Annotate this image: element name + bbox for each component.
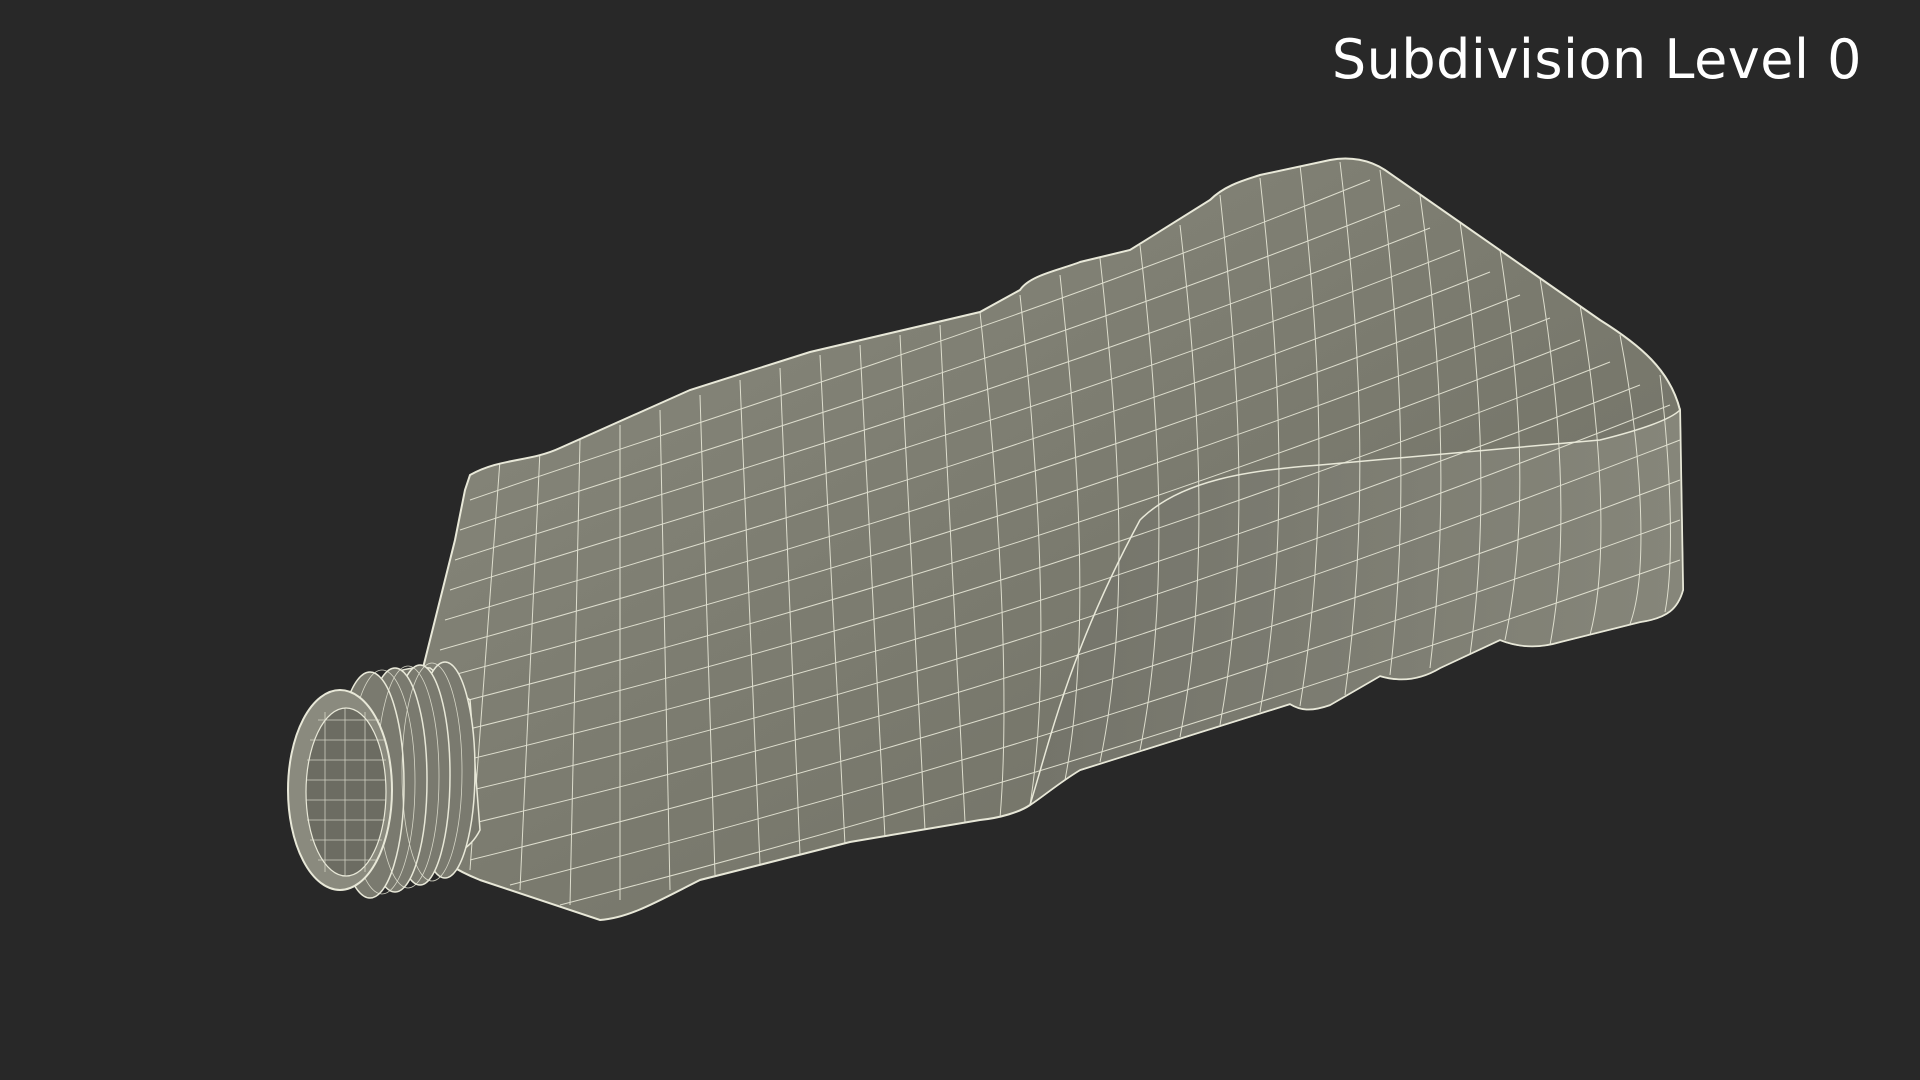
- viewport-title: Subdivision Level 0: [1331, 28, 1862, 91]
- bottle-mouth-inner: [305, 707, 387, 877]
- bottle-model: [287, 157, 1685, 922]
- 3d-viewport[interactable]: Subdivision Level 0: [0, 0, 1920, 1080]
